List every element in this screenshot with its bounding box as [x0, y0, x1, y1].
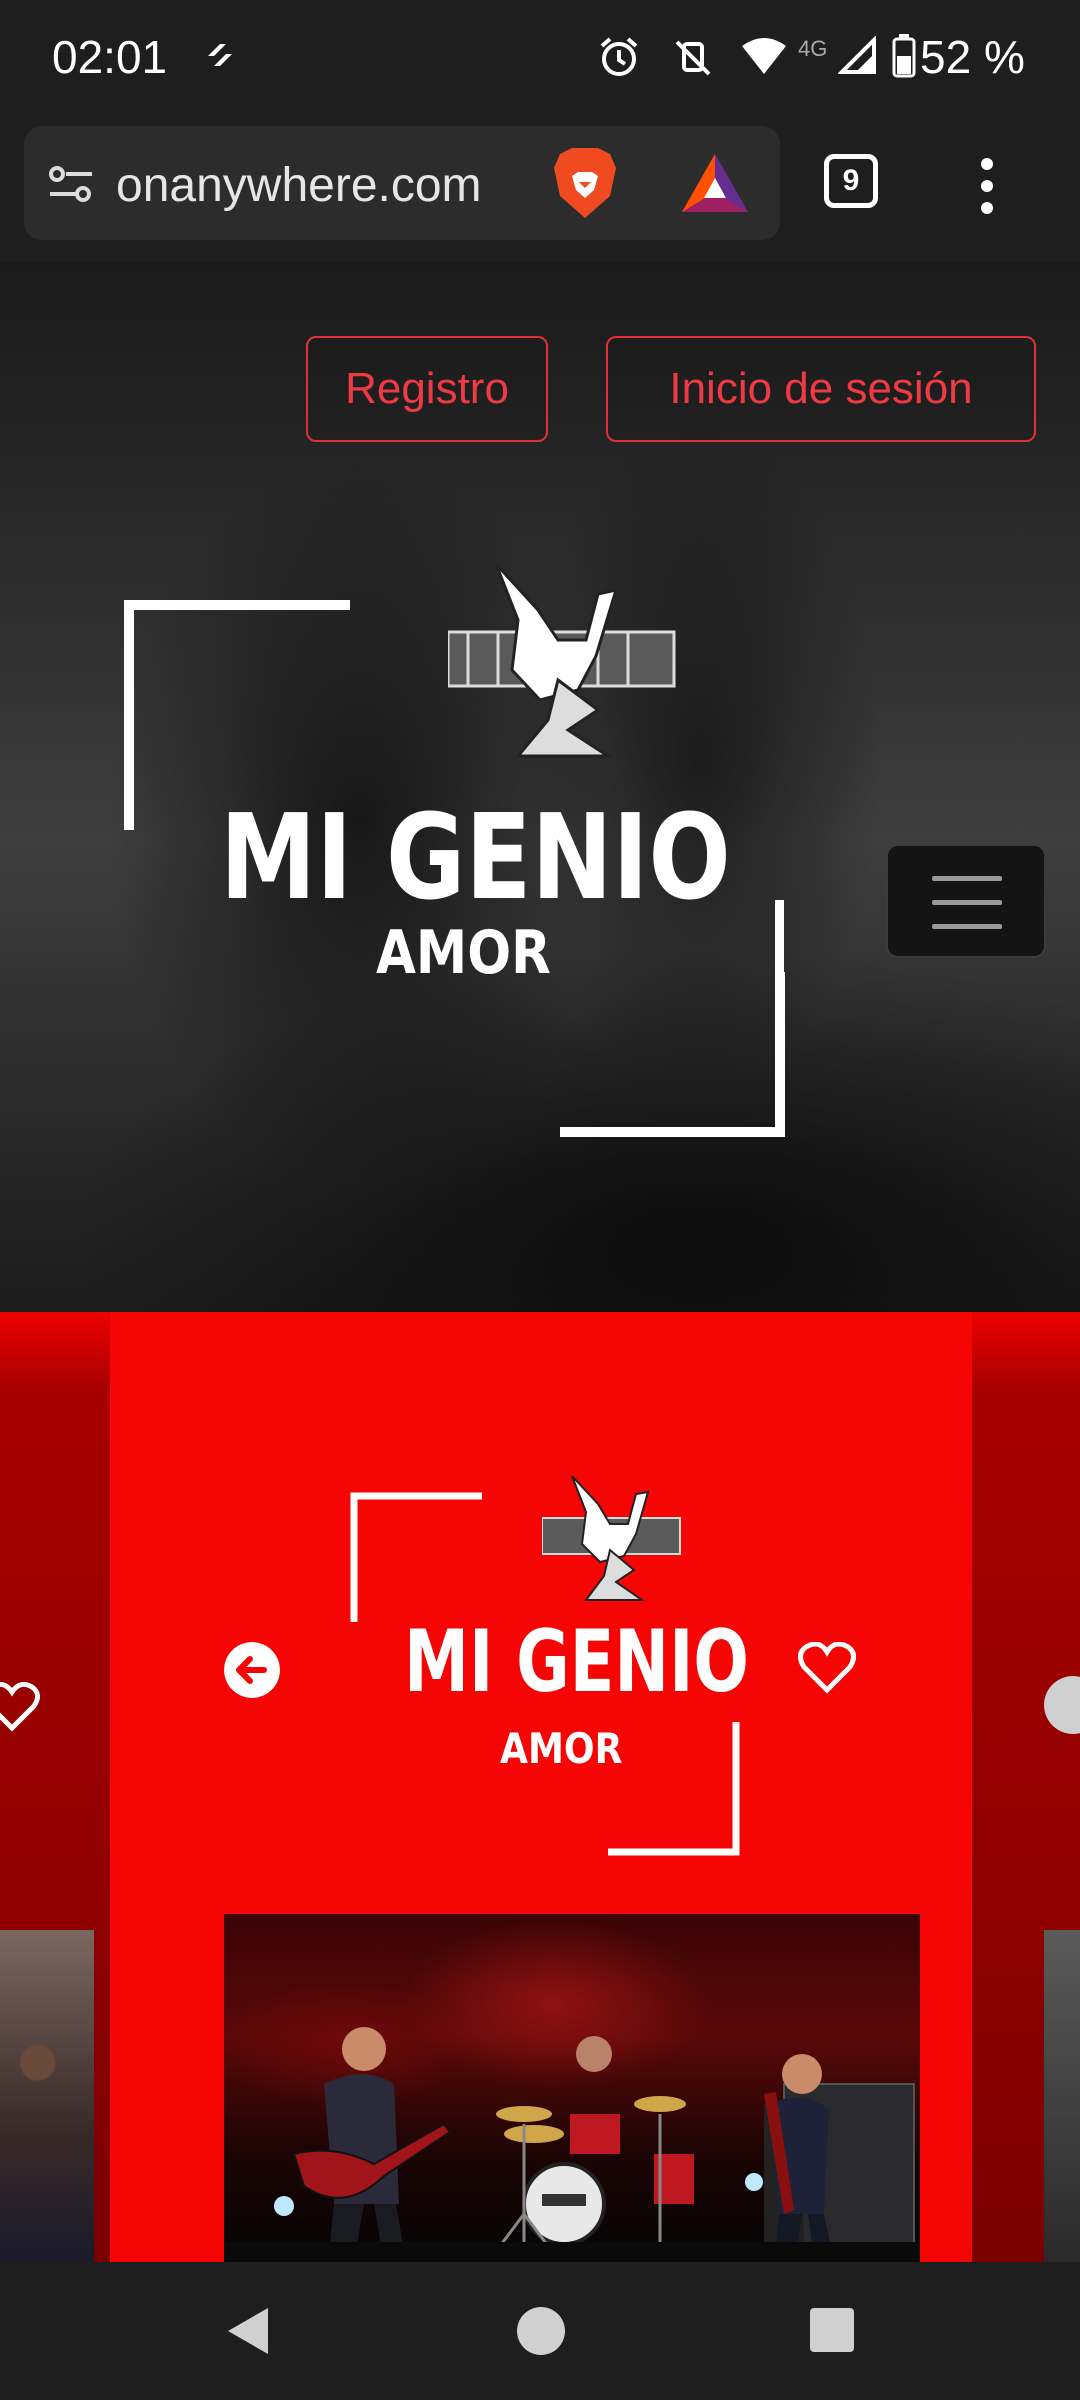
recents-square-icon[interactable]: [808, 2306, 856, 2354]
url-text[interactable]: onanywhere.com: [116, 158, 482, 213]
concert-photo: [224, 1914, 920, 2262]
hamburger-line: [932, 876, 1002, 881]
heart-outline-icon[interactable]: [0, 1682, 40, 1732]
browser-toolbar: onanywhere.com 9: [0, 118, 1080, 262]
register-button[interactable]: Registro: [306, 336, 548, 442]
card-guitar-hand-icon: [542, 1475, 681, 1601]
system-navigation-bar: [0, 2262, 1080, 2400]
next-card-photo: [1044, 1930, 1080, 2262]
card-logo-title: MI GENIO: [404, 1612, 749, 1712]
cell-signal-icon: [838, 36, 876, 74]
status-time: 02:01: [52, 31, 168, 83]
guitar-hand-icon: [448, 562, 676, 758]
back-triangle-icon[interactable]: [222, 2304, 272, 2358]
home-circle-icon[interactable]: [514, 2304, 568, 2358]
logo-subtitle: AMOR: [376, 918, 551, 988]
hamburger-line: [932, 924, 1002, 929]
hero-section: Registro Inicio de sesión MI GENIO AMOR: [0, 262, 1080, 1312]
card-logo-subtitle: AMOR: [500, 1724, 623, 1773]
filter-icon[interactable]: [48, 164, 94, 204]
carousel-next-card[interactable]: [970, 1312, 1080, 2262]
sync-app-icon: [208, 44, 232, 66]
carousel-prev-card[interactable]: [0, 1312, 110, 2262]
arrow-left-circle-icon[interactable]: [224, 1642, 280, 1698]
battery-icon: [892, 34, 916, 78]
heart-outline-icon[interactable]: [798, 1642, 856, 1694]
status-bar: 02:01 4G 52 %: [0, 0, 1080, 118]
login-button[interactable]: Inicio de sesión: [606, 336, 1036, 442]
prev-card-photo: [0, 1930, 94, 2262]
address-bar[interactable]: onanywhere.com: [24, 126, 780, 240]
more-vert-icon[interactable]: [972, 156, 1002, 216]
alarm-icon: [600, 37, 638, 76]
network-type: 4G: [798, 36, 828, 61]
hamburger-line: [932, 900, 1002, 905]
logo-frame-bottom: [560, 972, 785, 1137]
logo-title: MI GENIO: [220, 788, 731, 926]
tabs-button[interactable]: 9: [824, 154, 878, 208]
carousel-card[interactable]: MI GENIO AMOR: [110, 1312, 972, 2262]
site-logo[interactable]: MI GENIO AMOR: [124, 562, 784, 1020]
vibrate-off-icon: [675, 40, 711, 76]
wifi-icon: [742, 38, 786, 74]
concert-scene: [224, 2027, 920, 2262]
brave-lion-icon[interactable]: [552, 146, 618, 220]
hamburger-menu-button[interactable]: [886, 844, 1046, 958]
bat-triangle-icon[interactable]: [680, 152, 750, 214]
carousel-section: MI GENIO AMOR: [0, 1312, 1080, 2262]
battery-percent: 52 %: [920, 31, 1025, 83]
